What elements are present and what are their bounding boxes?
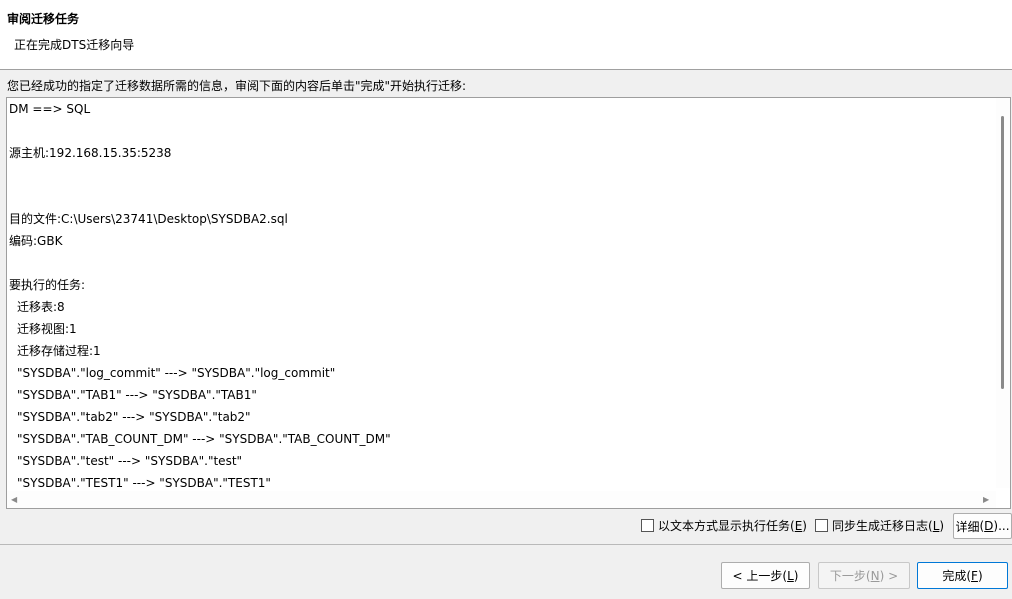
- show-as-text-checkbox[interactable]: 以文本方式显示执行任务(E): [641, 517, 807, 534]
- summary-textarea[interactable]: DM ==> SQL 源主机:192.168.15.35:5238 目的文件:C:\…: [6, 97, 1011, 509]
- vertical-scroll-thumb[interactable]: [1001, 116, 1004, 389]
- summary-line: 迁移表:8: [17, 300, 65, 314]
- checkbox-box[interactable]: [641, 519, 654, 532]
- sync-log-checkbox[interactable]: 同步生成迁移日志(L): [815, 517, 944, 534]
- summary-line: 编码:GBK: [9, 234, 63, 248]
- checkbox-box[interactable]: [815, 519, 828, 532]
- summary-line: [9, 120, 994, 142]
- wizard-header: 审阅迁移任务 正在完成DTS迁移向导: [0, 0, 1012, 70]
- page-subtitle: 正在完成DTS迁移向导: [14, 38, 135, 52]
- summary-line: "SYSDBA"."TAB1" ---> "SYSDBA"."TAB1": [17, 388, 257, 402]
- summary-line: 迁移存储过程:1: [17, 344, 101, 358]
- separator: [0, 544, 1012, 545]
- summary-line: DM ==> SQL: [9, 102, 91, 116]
- summary-line: [9, 186, 994, 208]
- summary-line: "SYSDBA"."test" ---> "SYSDBA"."test": [17, 454, 243, 468]
- summary-content: DM ==> SQL 源主机:192.168.15.35:5238 目的文件:C:\…: [9, 98, 994, 488]
- summary-line: 源主机:192.168.15.35:5238: [9, 146, 172, 160]
- next-button[interactable]: 下一步(N) >: [818, 562, 910, 589]
- finish-button[interactable]: 完成(F): [917, 562, 1008, 589]
- summary-line: [9, 164, 994, 186]
- horizontal-scrollbar[interactable]: ◀ ▶: [7, 491, 996, 508]
- scroll-left-icon[interactable]: ◀: [11, 495, 17, 504]
- summary-line: 迁移视图:1: [17, 322, 77, 336]
- summary-line: [9, 252, 994, 274]
- page-title: 审阅迁移任务: [7, 12, 80, 26]
- show-as-text-label: 以文本方式显示执行任务(E): [658, 519, 807, 533]
- scroll-right-icon[interactable]: ▶: [983, 495, 989, 504]
- summary-line: 目的文件:C:\Users\23741\Desktop\SYSDBA2.sql: [9, 212, 288, 226]
- sync-log-label: 同步生成迁移日志(L): [832, 519, 945, 533]
- summary-line: "SYSDBA"."TAB_COUNT_DM" ---> "SYSDBA"."T…: [17, 432, 391, 446]
- summary-line: "SYSDBA"."tab2" ---> "SYSDBA"."tab2": [17, 410, 251, 424]
- detail-button[interactable]: 详细(D)...: [953, 513, 1012, 539]
- summary-line: 要执行的任务:: [9, 278, 86, 292]
- summary-line: "SYSDBA"."TEST1" ---> "SYSDBA"."TEST1": [17, 476, 271, 488]
- instruction-text: 您已经成功的指定了迁移数据所需的信息，审阅下面的内容后单击"完成"开始执行迁移:: [7, 79, 467, 93]
- vertical-scrollbar[interactable]: [996, 98, 1010, 488]
- prev-button[interactable]: < 上一步(L): [721, 562, 810, 589]
- summary-line: "SYSDBA"."log_commit" ---> "SYSDBA"."log…: [17, 366, 336, 380]
